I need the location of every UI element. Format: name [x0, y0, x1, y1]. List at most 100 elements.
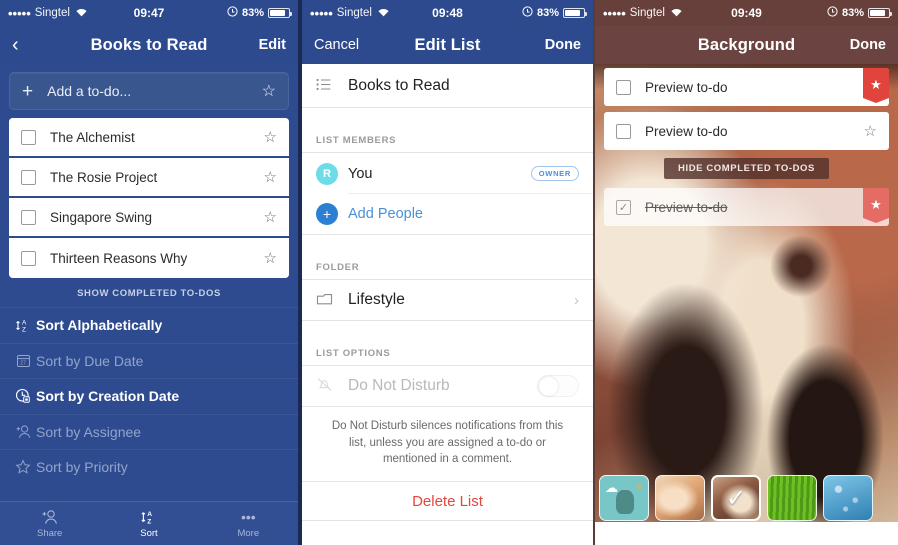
list-options-header: LIST OPTIONS	[302, 335, 593, 366]
avatar: R	[316, 162, 338, 185]
done-button[interactable]: Done	[545, 37, 581, 53]
alarm-icon	[227, 6, 238, 20]
do-not-disturb-help-text: Do Not Disturb silences notifications fr…	[302, 407, 593, 482]
status-badge: OWNER	[530, 166, 579, 181]
folder-row[interactable]: Lifestyle ›	[302, 280, 593, 321]
list-members-header: LIST MEMBERS	[302, 122, 593, 153]
star-icon[interactable]: ☆	[864, 122, 877, 140]
checkbox[interactable]	[21, 209, 36, 225]
star-icon	[10, 459, 36, 475]
battery-icon	[563, 8, 587, 18]
checkbox-checked[interactable]: ✓	[616, 199, 631, 215]
folder-name: Lifestyle	[348, 291, 405, 308]
flag-ribbon-icon[interactable]: ★	[863, 68, 889, 106]
todo-title: The Rosie Project	[50, 169, 158, 185]
star-icon[interactable]: ☆	[264, 249, 277, 267]
do-not-disturb-toggle[interactable]	[537, 375, 579, 397]
svg-text:Z: Z	[147, 518, 151, 524]
done-button[interactable]: Done	[850, 37, 886, 53]
todo-items-stack: The Alchemist ☆ The Rosie Project ☆ Sing…	[9, 118, 289, 278]
add-todo-placeholder: Add a to-do...	[47, 83, 132, 99]
preview-todo-title: Preview to-do	[645, 199, 728, 215]
checkbox[interactable]	[616, 79, 631, 95]
nav-bar-3: Background Done	[595, 26, 898, 64]
tab-share[interactable]: Share	[0, 509, 99, 539]
folder-header: FOLDER	[302, 249, 593, 280]
svg-text:Z: Z	[22, 326, 26, 333]
tab-label: Share	[36, 527, 63, 539]
nav-bar-2: Cancel Edit List Done	[302, 26, 593, 64]
raindrops-thumbnail[interactable]	[823, 475, 873, 521]
bottom-toolbar: Share AZ Sort ••• More	[0, 501, 298, 545]
todo-list-body: + Add a to-do... ☆ The Alchemist ☆ The R…	[0, 64, 298, 278]
panel-todo-list: ••••• Singtel 09:47 83% ‹ Books to Read …	[0, 0, 298, 545]
star-icon[interactable]: ☆	[264, 128, 277, 146]
checkbox[interactable]	[21, 250, 36, 266]
panel-background-picker: ••••• Singtel 09:49 83% Background Done	[595, 0, 898, 545]
tab-sort[interactable]: AZ Sort	[99, 509, 198, 539]
list-item-member-you[interactable]: R You OWNER	[302, 153, 593, 194]
sort-options-list: AZ Sort Alphabetically 27 Sort by Due Da…	[0, 307, 298, 485]
back-button[interactable]: ‹	[12, 35, 19, 55]
sort-option-alphabetically[interactable]: AZ Sort Alphabetically	[0, 307, 298, 343]
grass-thumbnail[interactable]	[767, 475, 817, 521]
list-name-field[interactable]: Books to Read	[302, 64, 593, 108]
table-row[interactable]: Thirteen Reasons Why ☆	[9, 238, 289, 278]
battery-percent-label: 83%	[536, 7, 559, 19]
cancel-button[interactable]: Cancel	[314, 37, 359, 53]
list-item[interactable]: Preview to-do ☆	[604, 112, 889, 150]
star-icon[interactable]: ☆	[264, 208, 277, 226]
star-icon[interactable]: ☆	[264, 168, 277, 186]
page-title: Books to Read	[90, 35, 208, 54]
sort-option-creation-date[interactable]: Sort by Creation Date	[0, 378, 298, 414]
checkbox[interactable]	[616, 123, 631, 139]
hide-completed-toggle[interactable]: HIDE COMPLETED TO-DOS	[664, 158, 829, 179]
add-people-button[interactable]: + Add People	[302, 194, 593, 235]
clock-icon	[10, 388, 36, 404]
preview-rows: Preview to-do ★ Preview to-do ☆ HIDE COM…	[604, 68, 889, 232]
star-icon[interactable]: ☆	[262, 81, 276, 101]
list-item[interactable]: Preview to-do ★	[604, 68, 889, 106]
list-item-completed[interactable]: ✓ Preview to-do ★	[604, 188, 889, 226]
status-bar-1: ••••• Singtel 09:47 83%	[0, 0, 298, 26]
panel-edit-list: ••••• Singtel 09:48 83% Cancel Edit List…	[302, 0, 593, 545]
add-todo-input[interactable]: + Add a to-do... ☆	[9, 72, 289, 110]
show-completed-toggle[interactable]: SHOW COMPLETED TO-DOS	[0, 278, 298, 307]
svg-text:A: A	[147, 511, 152, 518]
section-spacer	[302, 235, 593, 249]
battery-icon	[268, 8, 292, 18]
member-name: You	[348, 165, 373, 182]
background-thumbnail-picker: ✓	[595, 474, 898, 522]
section-spacer	[302, 321, 593, 335]
tab-label: More	[237, 527, 260, 539]
tab-more[interactable]: ••• More	[199, 509, 298, 539]
alarm-icon	[522, 6, 533, 20]
table-row[interactable]: The Rosie Project ☆	[9, 158, 289, 198]
checkbox[interactable]	[21, 129, 36, 145]
table-row[interactable]: The Alchemist ☆	[9, 118, 289, 158]
dog-thumbnail[interactable]: ✓	[711, 475, 761, 521]
table-row[interactable]: Singapore Swing ☆	[9, 198, 289, 238]
sort-option-due-date[interactable]: 27 Sort by Due Date	[0, 342, 298, 379]
delete-list-button[interactable]: Delete List	[302, 481, 593, 522]
person-add-icon	[10, 424, 36, 439]
three-screenshot-strip: ••••• Singtel 09:47 83% ‹ Books to Read …	[0, 0, 898, 545]
bell-slash-icon	[316, 377, 348, 395]
sort-option-assignee[interactable]: Sort by Assignee	[0, 413, 298, 450]
checkbox[interactable]	[21, 169, 36, 185]
flag-ribbon-icon[interactable]: ★	[863, 188, 889, 226]
section-spacer	[302, 108, 593, 122]
bottom-white-bar	[595, 522, 898, 545]
sort-option-priority[interactable]: Sort by Priority	[0, 449, 298, 485]
do-not-disturb-row[interactable]: Do Not Disturb	[302, 366, 593, 407]
battery-percent-label: 83%	[841, 7, 864, 19]
list-icon	[316, 78, 348, 94]
person-add-icon	[0, 509, 99, 526]
calendar-icon: 27	[10, 353, 36, 368]
cat-thumbnail[interactable]	[655, 475, 705, 521]
sort-option-label: Sort Alphabetically	[36, 317, 163, 334]
edit-button[interactable]: Edit	[259, 37, 286, 53]
illustration-thumbnail[interactable]	[599, 475, 649, 521]
check-icon: ✓	[725, 484, 747, 512]
plus-icon: +	[316, 203, 338, 225]
